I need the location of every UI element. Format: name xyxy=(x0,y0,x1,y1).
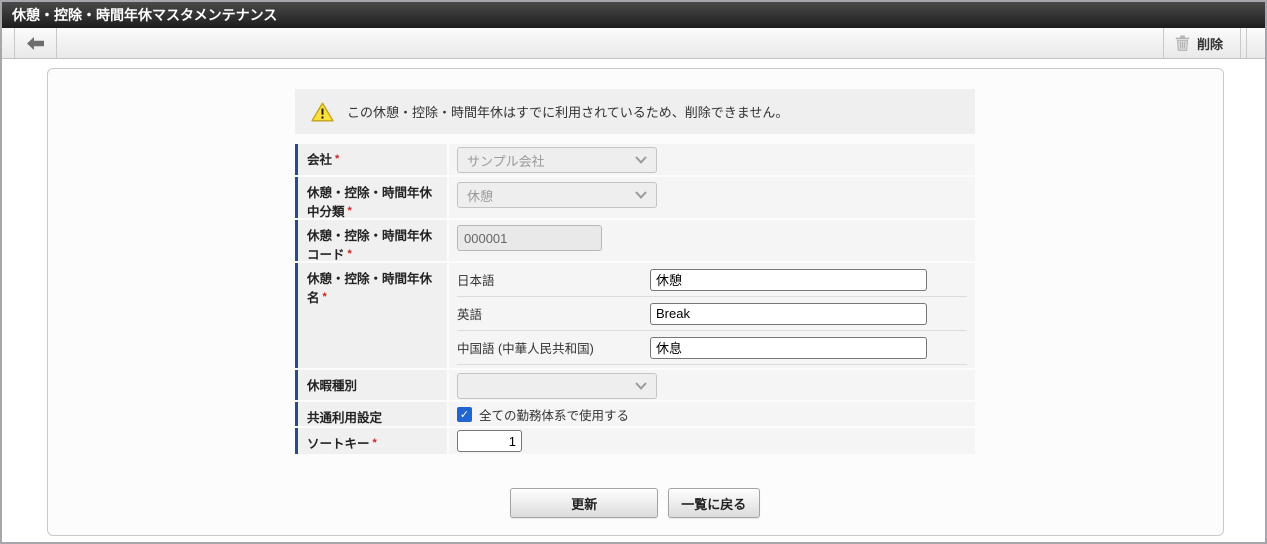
code-label: 休憩・控除・時間年休コード* xyxy=(295,220,447,261)
name-en-label: 英語 xyxy=(457,304,650,323)
all-worksystems-checkbox-label: 全ての勤務体系で使用する xyxy=(479,405,629,424)
content-area: この休憩・控除・時間年休はすでに利用されているため、削除できません。 会社* サ… xyxy=(2,59,1265,536)
toolbar-spacer xyxy=(57,28,1163,58)
field-row-company: 会社* サンプル会社 xyxy=(295,144,975,175)
name-label: 休憩・控除・時間年休名* xyxy=(295,263,447,368)
sort-key-label: ソートキー* xyxy=(295,428,447,454)
form-table: 会社* サンプル会社 休 xyxy=(295,144,975,454)
field-row-name: 休憩・控除・時間年休名* 日本語 英語 xyxy=(295,263,975,368)
company-label: 会社* xyxy=(295,144,447,175)
category-select: 休憩 xyxy=(457,182,657,208)
required-mark: * xyxy=(323,291,327,303)
field-row-sort-key: ソートキー* xyxy=(295,428,975,454)
check-icon: ✓ xyxy=(460,408,469,421)
delete-button-label: 削除 xyxy=(1197,34,1223,53)
field-row-common-use: 共通利用設定 ✓ 全ての勤務体系で使用する xyxy=(295,402,975,426)
category-label: 休憩・控除・時間年休中分類* xyxy=(295,177,447,218)
app-window: 休憩・控除・時間年休マスタメンテナンス 削除 xyxy=(0,0,1267,544)
toolbar: 削除 xyxy=(2,28,1265,59)
warning-message: この休憩・控除・時間年休はすでに利用されているため、削除できません。 xyxy=(347,102,788,121)
back-arrow-icon xyxy=(27,37,44,50)
title-bar: 休憩・控除・時間年休マスタメンテナンス xyxy=(2,2,1265,28)
name-ja-label: 日本語 xyxy=(457,270,650,289)
name-ja-input[interactable] xyxy=(650,269,927,291)
chevron-down-icon xyxy=(635,156,647,164)
action-buttons: 更新 一覧に戻る xyxy=(295,488,975,518)
toolbar-spacer xyxy=(2,28,14,58)
field-row-leave-type: 休暇種別 xyxy=(295,370,975,400)
name-subrow-japanese: 日本語 xyxy=(457,263,967,297)
field-row-category: 休憩・控除・時間年休中分類* 休憩 xyxy=(295,177,975,218)
form-panel: この休憩・控除・時間年休はすでに利用されているため、削除できません。 会社* サ… xyxy=(47,68,1224,536)
form-column: この休憩・控除・時間年休はすでに利用されているため、削除できません。 会社* サ… xyxy=(295,89,975,518)
company-select-value: サンプル会社 xyxy=(467,151,545,170)
warning-banner: この休憩・控除・時間年休はすでに利用されているため、削除できません。 xyxy=(295,89,975,134)
code-input xyxy=(457,225,602,251)
trash-icon xyxy=(1175,35,1190,51)
warning-icon xyxy=(311,102,334,122)
required-mark: * xyxy=(335,153,339,165)
required-mark: * xyxy=(348,205,352,217)
field-row-code: 休憩・控除・時間年休コード* xyxy=(295,220,975,261)
update-button[interactable]: 更新 xyxy=(510,488,658,518)
name-subrow-chinese: 中国語 (中華人民共和国) xyxy=(457,331,967,365)
sort-key-input[interactable] xyxy=(457,430,522,452)
required-mark: * xyxy=(348,248,352,260)
chevron-down-icon xyxy=(635,382,647,390)
name-zh-input[interactable] xyxy=(650,337,927,359)
name-en-input[interactable] xyxy=(650,303,927,325)
leave-type-select xyxy=(457,373,657,399)
name-zh-label: 中国語 (中華人民共和国) xyxy=(457,338,650,357)
back-to-list-button[interactable]: 一覧に戻る xyxy=(668,488,760,518)
leave-type-label: 休暇種別 xyxy=(295,370,447,400)
toolbar-spacer xyxy=(1247,28,1265,58)
name-subrow-english: 英語 xyxy=(457,297,967,331)
chevron-down-icon xyxy=(635,191,647,199)
delete-button[interactable]: 削除 xyxy=(1164,28,1240,58)
required-mark: * xyxy=(373,437,377,449)
common-use-label: 共通利用設定 xyxy=(295,402,447,426)
category-select-value: 休憩 xyxy=(467,186,493,205)
back-button[interactable] xyxy=(15,28,56,58)
company-select: サンプル会社 xyxy=(457,147,657,173)
all-worksystems-checkbox[interactable]: ✓ xyxy=(457,407,472,422)
page-title: 休憩・控除・時間年休マスタメンテナンス xyxy=(12,7,277,23)
